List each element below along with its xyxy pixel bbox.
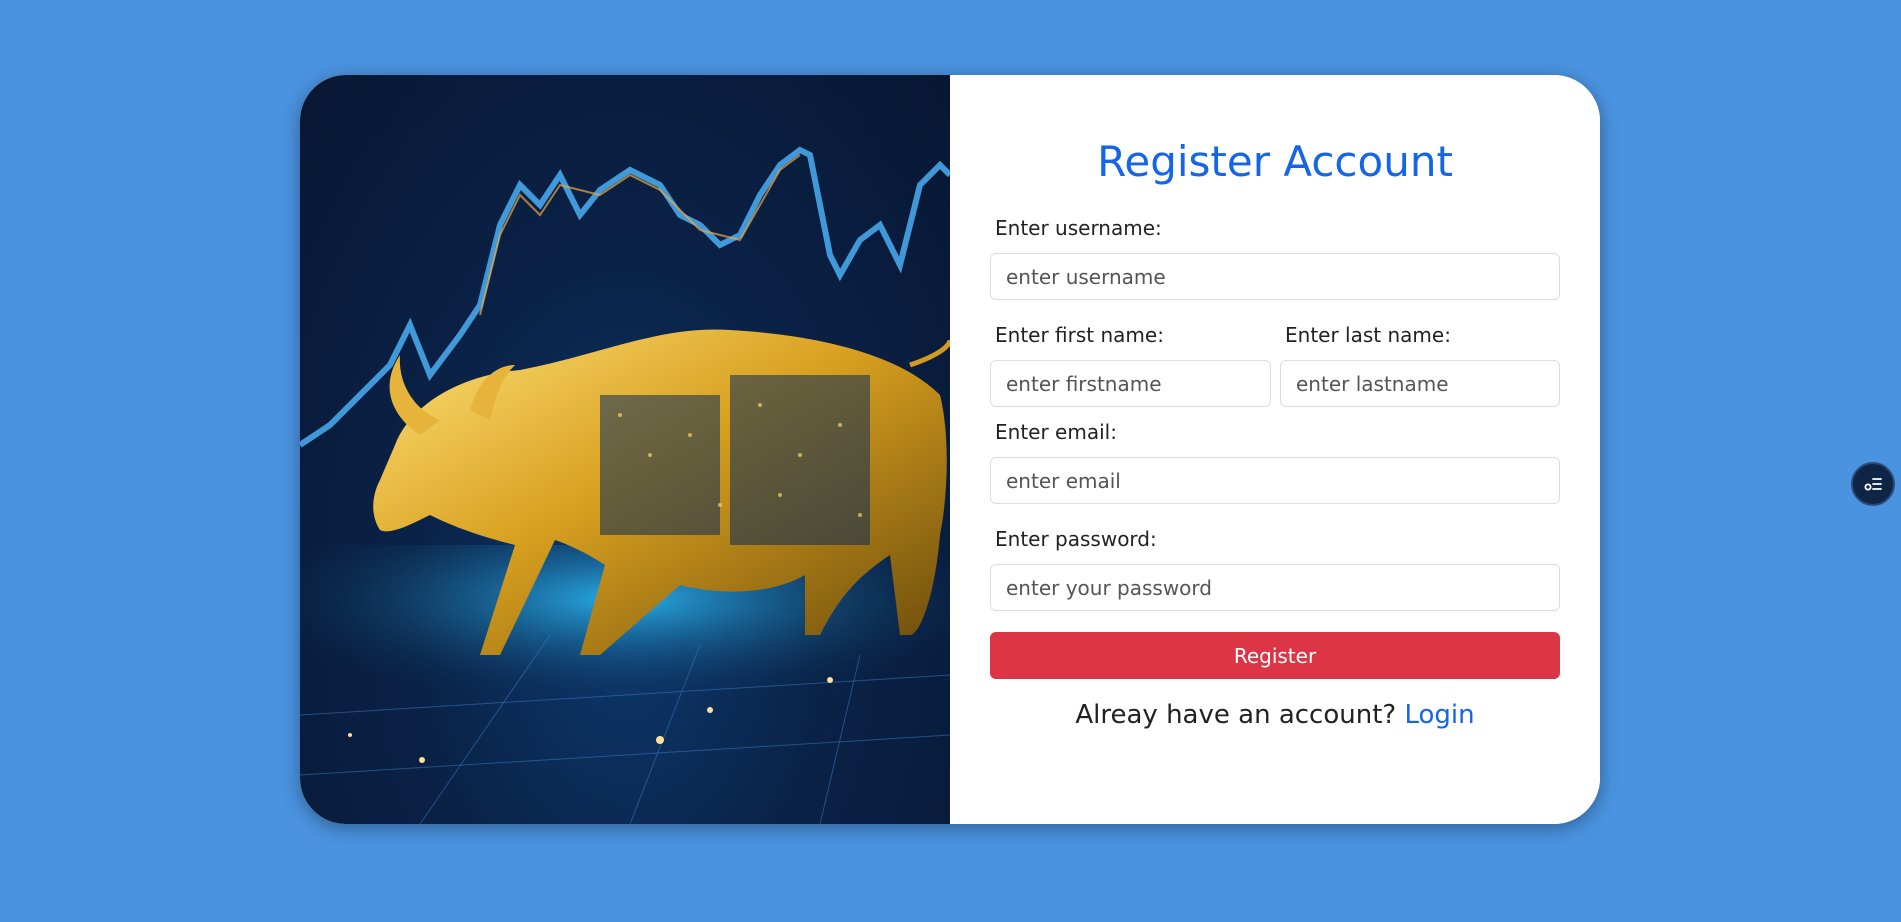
username-label: Enter username: (995, 216, 1162, 240)
firstname-label: Enter first name: (995, 323, 1164, 347)
hero-image (300, 75, 950, 824)
email-label: Enter email: (995, 420, 1117, 444)
password-input[interactable] (990, 564, 1560, 611)
settings-list-icon (1864, 478, 1882, 491)
register-form: Register Account Enter username: Enter f… (950, 75, 1600, 824)
floating-settings-button[interactable] (1851, 462, 1895, 506)
register-card: Register Account Enter username: Enter f… (300, 75, 1600, 824)
firstname-input[interactable] (990, 360, 1271, 407)
page-title: Register Account (1097, 137, 1453, 186)
lastname-label: Enter last name: (1285, 323, 1451, 347)
password-label: Enter password: (995, 527, 1157, 551)
login-prompt-row: Alreay have an account? Login (950, 700, 1600, 730)
email-input[interactable] (990, 457, 1560, 504)
bull-stock-illustration (300, 146, 950, 824)
login-prompt-text: Alreay have an account? (1075, 700, 1397, 730)
register-button[interactable]: Register (990, 632, 1560, 679)
login-link[interactable]: Login (1404, 700, 1474, 730)
lastname-input[interactable] (1280, 360, 1560, 407)
username-input[interactable] (990, 253, 1560, 300)
